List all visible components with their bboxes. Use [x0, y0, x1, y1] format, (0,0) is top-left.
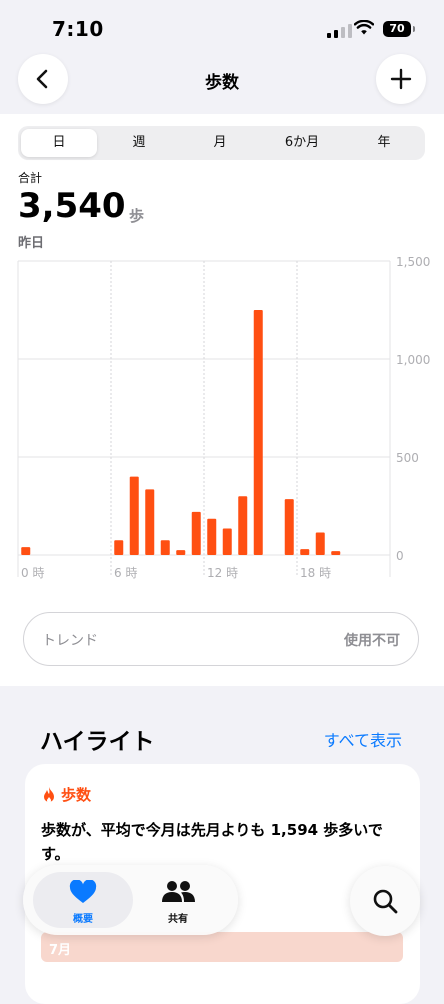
highlights-title: ハイライト — [40, 729, 155, 755]
chart-bar — [331, 551, 341, 555]
chart-y-tick-label: 1,000 — [396, 353, 430, 367]
tab-6-months[interactable]: 6か月 — [262, 129, 342, 157]
status-time: 7:10 — [52, 17, 104, 41]
cellular-signal-icon — [327, 24, 352, 38]
flame-icon — [44, 786, 54, 802]
highlight-month-bar: 7月 — [41, 932, 403, 962]
bottom-tab-bar: 概要 共有 — [23, 865, 238, 935]
chart-y-tick-label: 500 — [396, 451, 419, 465]
chart-y-tick-label: 1,500 — [396, 255, 430, 269]
plus-icon — [390, 68, 412, 90]
chart-bar — [253, 310, 263, 555]
total-steps-value: 3,540 — [18, 186, 126, 226]
chart-x-tick-label: 12 時 — [207, 566, 238, 580]
trend-value: 使用不可 — [344, 633, 400, 649]
chart-x-tick-label: 6 時 — [114, 566, 137, 580]
show-all-link[interactable]: すべて表示 — [324, 727, 402, 751]
period-segmented-control: 日 週 月 6か月 年 — [18, 126, 425, 160]
chart-bar — [114, 540, 124, 555]
tab-year[interactable]: 年 — [345, 129, 423, 157]
chart-bar — [160, 540, 170, 555]
search-button[interactable] — [350, 866, 420, 936]
chart-bar — [176, 550, 186, 555]
tab-summary-label: 概要 — [73, 914, 93, 925]
people-icon — [162, 881, 195, 902]
chart-x-tick-label: 18 時 — [300, 566, 331, 580]
tab-sharing[interactable]: 共有 — [128, 872, 228, 928]
highlight-text: 歩数が、平均で今月は先月よりも 1,594 歩多いです。 — [41, 821, 383, 863]
trend-label: トレンド — [42, 633, 98, 649]
heart-icon — [69, 880, 97, 903]
tab-week[interactable]: 週 — [100, 129, 178, 157]
wifi-icon — [354, 20, 374, 35]
chart-bar — [207, 518, 217, 555]
highlight-month-label: 7月 — [49, 943, 72, 958]
tab-day[interactable]: 日 — [21, 129, 97, 157]
chart-bar — [300, 549, 310, 555]
add-data-button[interactable] — [376, 54, 426, 104]
search-icon — [373, 889, 398, 914]
highlight-category-label: 歩数 — [61, 786, 92, 804]
chart-y-tick-label: 0 — [396, 549, 404, 563]
tab-month[interactable]: 月 — [181, 129, 259, 157]
chart-bar — [191, 511, 201, 555]
battery-icon: 70 — [383, 21, 415, 37]
chart-bar — [238, 496, 248, 555]
chart-bar — [21, 547, 31, 555]
tab-sharing-label: 共有 — [168, 914, 188, 925]
chart-bar — [222, 528, 232, 555]
steps-card: 日 週 月 6か月 年 合計 3,540 歩 昨日 0 500 1,000 1,500… — [0, 114, 444, 686]
chart-bar — [145, 489, 155, 555]
chart-bar — [315, 532, 325, 555]
chart-x-tick-label: 0 時 — [21, 566, 44, 580]
total-steps-unit: 歩 — [129, 207, 145, 225]
trend-row[interactable]: トレンド 使用不可 — [23, 612, 419, 666]
steps-bar-chart[interactable]: 0 500 1,000 1,500 0 時 6 時 12 時 18 時 — [0, 248, 444, 580]
total-label: 合計 — [18, 171, 43, 185]
chart-bar — [284, 499, 294, 555]
tab-summary[interactable]: 概要 — [33, 872, 133, 928]
highlight-category: 歩数 — [41, 784, 91, 805]
chart-bar — [129, 476, 139, 555]
status-bar: 7:10 70 — [0, 0, 444, 56]
